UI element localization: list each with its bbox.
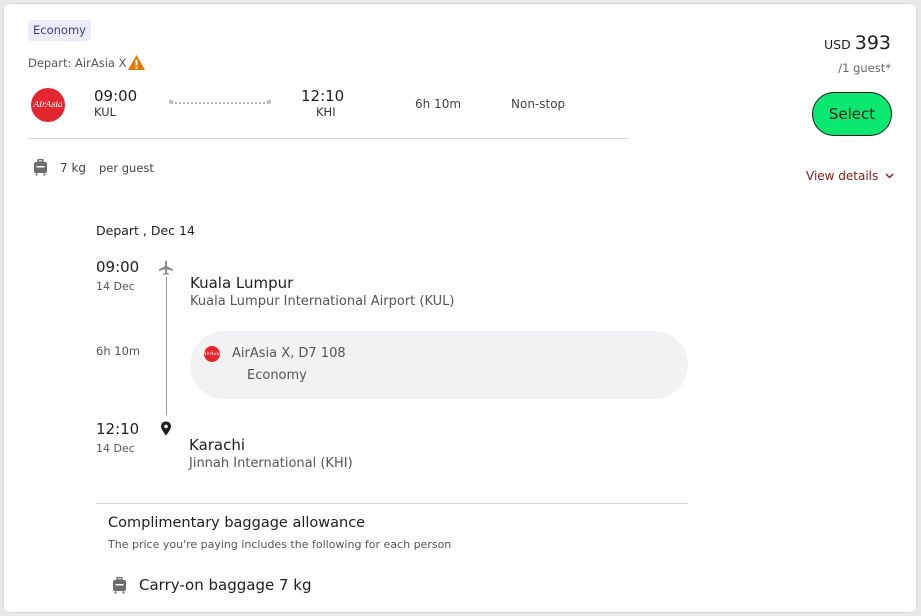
depart-airline-line: Depart: AirAsia X: [28, 54, 146, 71]
luggage-icon: [113, 576, 126, 593]
segment-date: Depart , Dec 14: [96, 223, 195, 238]
carry-on-baggage-item: Carry-on baggage 7 kg: [112, 576, 311, 594]
divider: [96, 503, 688, 504]
chevron-down-icon: [885, 173, 894, 179]
depart-code: KUL: [94, 105, 117, 119]
divider: [28, 138, 629, 139]
arrive-code: KHI: [316, 105, 336, 119]
warning-icon: [128, 54, 146, 71]
flight-cabin: Economy: [247, 368, 307, 383]
segment-duration: 6h 10m: [96, 344, 141, 358]
baggage-per-guest: per guest: [99, 161, 154, 175]
arrive-time: 12:10: [301, 87, 345, 105]
baggage-weight: 7 kg: [60, 161, 87, 175]
origin-time: 09:00: [96, 258, 140, 276]
depart-time: 09:00: [94, 87, 138, 105]
flight-info-pill: [190, 331, 688, 399]
destination-time: 12:10: [96, 420, 140, 438]
destination-date: 14 Dec: [96, 442, 135, 455]
baggage-allowance-subtitle: The price you're paying includes the fol…: [108, 538, 452, 551]
origin-airport: Kuala Lumpur International Airport (KUL): [190, 294, 455, 309]
baggage-allowance-title: Complimentary baggage allowance: [108, 515, 366, 531]
flight-duration: 6h 10m: [415, 97, 462, 111]
airline-logo-small: AirAsia: [203, 346, 221, 362]
destination-airport: Jinnah International (KHI): [189, 456, 353, 471]
luggage-icon: [34, 159, 47, 176]
timeline-line: [166, 277, 167, 415]
route-dotted-line: [169, 100, 271, 104]
depart-airline-label: Depart: AirAsia X: [28, 55, 127, 70]
carry-on-baggage-label: Carry-on baggage 7 kg: [139, 576, 312, 594]
price-per-guest: /1 guest*: [838, 61, 891, 75]
airplane-icon: [159, 260, 173, 275]
location-pin-icon: [161, 421, 171, 436]
cabin-badge: Economy: [28, 20, 91, 41]
price-amount: 393: [854, 32, 891, 54]
view-details-link[interactable]: View details: [806, 169, 894, 183]
flight-card: Economy Depart: AirAsia X AirAsia 09:00 …: [4, 4, 916, 612]
stops-label: Non-stop: [511, 97, 566, 111]
price: USD 393: [824, 32, 891, 54]
origin-date: 14 Dec: [96, 280, 135, 293]
price-currency: USD: [824, 37, 851, 52]
airline-logo: AirAsia: [31, 88, 65, 122]
origin-city: Kuala Lumpur: [190, 274, 294, 292]
destination-city: Karachi: [189, 436, 246, 454]
view-details-label: View details: [806, 169, 879, 183]
flight-number: AirAsia X, D7 108: [232, 346, 346, 361]
select-button[interactable]: Select: [812, 92, 892, 136]
